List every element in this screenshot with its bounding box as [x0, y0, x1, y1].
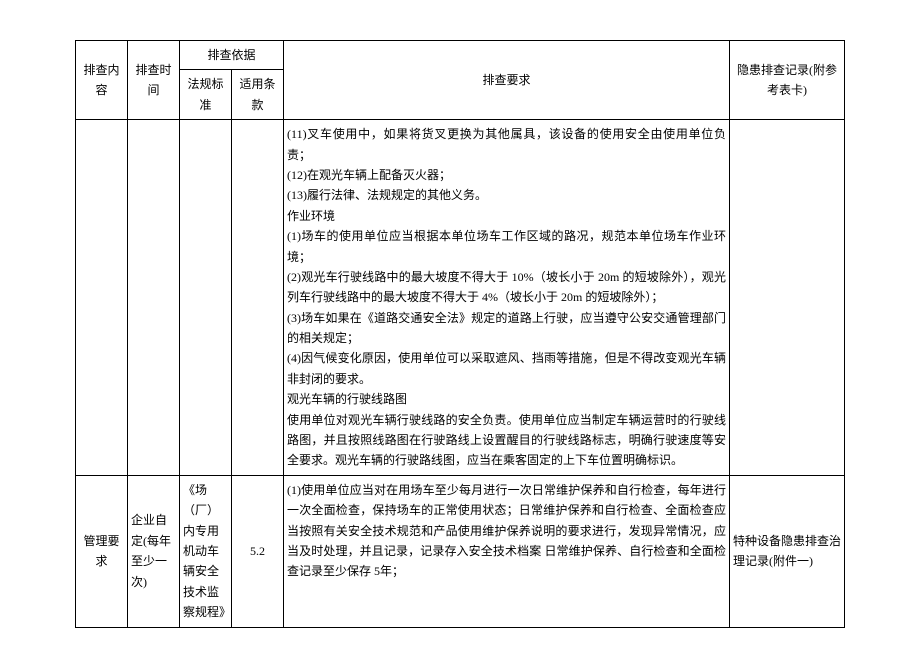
header-basis-clause: 适用条款 [232, 70, 284, 120]
header-time: 排查时间 [128, 41, 180, 120]
cell-record: 特种设备隐患排查治理记录(附件一) [730, 475, 845, 627]
cell-record [730, 120, 845, 476]
cell-requirements: (11)叉车使用中，如果将货叉更换为其他属具，该设备的使用安全由使用单位负责； … [284, 120, 730, 476]
cell-basis-std [180, 120, 232, 476]
req-line: 作业环境 [287, 206, 726, 226]
req-line: (13)履行法律、法规规定的其他义务。 [287, 185, 726, 205]
header-basis-group: 排查依据 [180, 41, 284, 70]
req-line: (1)使用单位应当对在用场车至少每月进行一次日常维护保养和自行检查，每年进行一次… [287, 480, 726, 582]
req-line: 观光车辆的行驶线路图 [287, 389, 726, 409]
cell-requirements: (1)使用单位应当对在用场车至少每月进行一次日常维护保养和自行检查，每年进行一次… [284, 475, 730, 627]
req-line: 使用单位对观光车辆行驶线路的安全负责。使用单位应当制定车辆运营时的行驶线路图，并… [287, 410, 726, 471]
req-line: (4)因气候变化原因，使用单位可以采取遮风、挡雨等措施，但是不得改变观光车辆非封… [287, 348, 726, 389]
req-line: (11)叉车使用中，如果将货叉更换为其他属具，该设备的使用安全由使用单位负责； [287, 124, 726, 165]
cell-time: 企业自定(每年至少一次) [128, 475, 180, 627]
inspection-table: 排查内容 排查时间 排查依据 排查要求 隐患排查记录(附参考表卡) 法规标准 适… [75, 40, 845, 628]
cell-basis-clause [232, 120, 284, 476]
header-requirements: 排查要求 [284, 41, 730, 120]
cell-basis-std: 《场（厂）内专用机动车辆安全技术监察规程》 [180, 475, 232, 627]
header-basis-std: 法规标准 [180, 70, 232, 120]
req-line: (12)在观光车辆上配备灭火器； [287, 165, 726, 185]
cell-time [128, 120, 180, 476]
header-record: 隐患排查记录(附参考表卡) [730, 41, 845, 120]
table-row: 管理要求 企业自定(每年至少一次) 《场（厂）内专用机动车辆安全技术监察规程》 … [76, 475, 845, 627]
req-line: (3)场车如果在《道路交通安全法》规定的道路上行驶，应当遵守公安交通管理部门的相… [287, 308, 726, 349]
req-line: (2)观光车行驶线路中的最大坡度不得大于 10%（坡长小于 20m 的短坡除外）… [287, 267, 726, 308]
table-row: (11)叉车使用中，如果将货叉更换为其他属具，该设备的使用安全由使用单位负责； … [76, 120, 845, 476]
cell-content: 管理要求 [76, 475, 128, 627]
header-content: 排查内容 [76, 41, 128, 120]
cell-basis-clause: 5.2 [232, 475, 284, 627]
cell-content [76, 120, 128, 476]
req-line: (1)场车的使用单位应当根据本单位场车工作区域的路况，规范本单位场车作业环境； [287, 226, 726, 267]
